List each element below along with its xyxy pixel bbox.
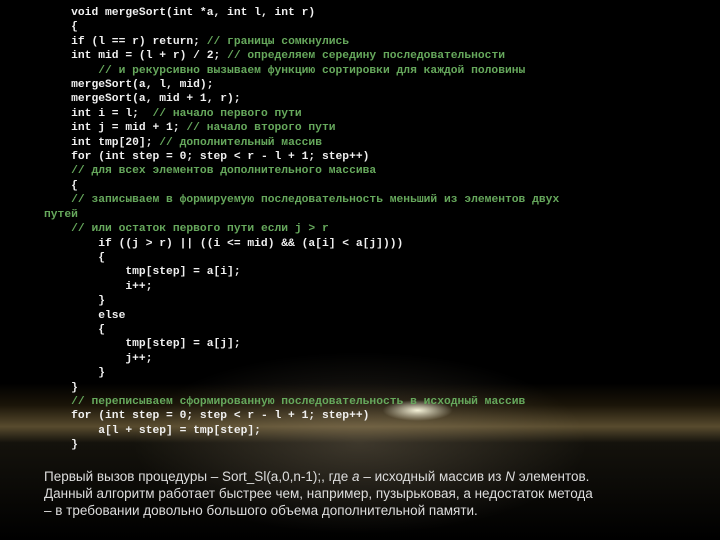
desc-line2: Данный алгоритм работает быстрее чем, на… bbox=[44, 486, 593, 501]
code-line: // переписываем сформированную последова… bbox=[44, 395, 690, 409]
code-token: j++; bbox=[125, 353, 152, 365]
code-token: i++; bbox=[125, 281, 152, 293]
code-line: } bbox=[44, 366, 690, 380]
code-line: // или остаток первого пути если j > r bbox=[44, 222, 690, 236]
comment: // начало второго пути bbox=[186, 122, 335, 134]
code-token: if ((j > r) || ((i <= mid) && (a[i] < a[… bbox=[98, 238, 403, 250]
code-line: mergeSort(a, l, mid); bbox=[44, 78, 690, 92]
code-line: путей bbox=[44, 208, 690, 222]
code-line: j++; bbox=[44, 352, 690, 366]
code-line: { bbox=[44, 251, 690, 265]
code-line: // записываем в формируемую последовател… bbox=[44, 193, 690, 207]
comment: путей bbox=[44, 209, 78, 221]
code-line: int i = l; // начало первого пути bbox=[44, 107, 690, 121]
code-token: } bbox=[71, 439, 78, 451]
code-token: for (int step = 0; step < r - l + 1; ste… bbox=[71, 410, 369, 422]
code-token: } bbox=[98, 295, 105, 307]
code-line: for (int step = 0; step < r - l + 1; ste… bbox=[44, 150, 690, 164]
comment: // границы сомкнулись bbox=[207, 36, 349, 48]
code-token: { bbox=[71, 21, 78, 33]
code-line: // и рекурсивно вызываем функцию сортиро… bbox=[44, 64, 690, 78]
code-token: mergeSort(a, mid + 1, r); bbox=[71, 93, 240, 105]
code-token: { bbox=[71, 180, 78, 192]
code-line: tmp[step] = a[j]; bbox=[44, 337, 690, 351]
comment: // и рекурсивно вызываем функцию сортиро… bbox=[98, 65, 525, 77]
code-line: { bbox=[44, 20, 690, 34]
code-token: } bbox=[71, 382, 78, 394]
code-token: int i = l; bbox=[71, 108, 152, 120]
code-token: else bbox=[98, 310, 125, 322]
code-line: i++; bbox=[44, 280, 690, 294]
desc-line3: – в требовании довольно большого объема … bbox=[44, 503, 478, 518]
code-line: } bbox=[44, 294, 690, 308]
code-token: tmp[step] = a[j]; bbox=[125, 338, 240, 350]
comment: // начало первого пути bbox=[152, 108, 301, 120]
code-token: for (int step = 0; step < r - l + 1; ste… bbox=[71, 151, 369, 163]
code-line: tmp[step] = a[i]; bbox=[44, 265, 690, 279]
code-line: for (int step = 0; step < r - l + 1; ste… bbox=[44, 409, 690, 423]
code-line: int tmp[20]; // дополнительный массив bbox=[44, 136, 690, 150]
comment: // или остаток первого пути если j > r bbox=[71, 223, 329, 235]
code-token: if (l == r) return; bbox=[71, 36, 207, 48]
code-token: int mid = (l + r) / 2; bbox=[71, 50, 227, 62]
code-line: mergeSort(a, mid + 1, r); bbox=[44, 92, 690, 106]
description-text: Первый вызов процедуры – Sort_Sl(a,0,n-1… bbox=[44, 468, 690, 519]
code-token: } bbox=[98, 367, 105, 379]
code-token: { bbox=[98, 324, 105, 336]
comment: // для всех элементов дополнительного ма… bbox=[71, 165, 376, 177]
code-line: { bbox=[44, 323, 690, 337]
comment: // переписываем сформированную последова… bbox=[71, 396, 525, 408]
code-token: tmp[step] = a[i]; bbox=[125, 266, 240, 278]
code-line: if ((j > r) || ((i <= mid) && (a[i] < a[… bbox=[44, 237, 690, 251]
code-line: } bbox=[44, 438, 690, 452]
code-line: // для всех элементов дополнительного ма… bbox=[44, 164, 690, 178]
code-line: int j = mid + 1; // начало второго пути bbox=[44, 121, 690, 135]
comment: // записываем в формируемую последовател… bbox=[71, 194, 559, 206]
code-line: a[l + step] = tmp[step]; bbox=[44, 424, 690, 438]
code-token: { bbox=[98, 252, 105, 264]
code-token: mergeSort(a, l, mid); bbox=[71, 79, 213, 91]
code-token: void mergeSort(int *a, int l, int r) bbox=[71, 7, 315, 19]
code-line: } bbox=[44, 381, 690, 395]
code-token: a[l + step] = tmp[step]; bbox=[98, 425, 261, 437]
code-line: if (l == r) return; // границы сомкнулис… bbox=[44, 35, 690, 49]
code-line: { bbox=[44, 179, 690, 193]
code-line: void mergeSort(int *a, int l, int r) bbox=[44, 6, 690, 20]
code-token: int j = mid + 1; bbox=[71, 122, 186, 134]
comment: // определяем середину последовательност… bbox=[227, 50, 505, 62]
comment: // дополнительный массив bbox=[159, 137, 322, 149]
code-block: void mergeSort(int *a, int l, int r) { i… bbox=[44, 6, 690, 453]
desc-line1: Первый вызов процедуры – Sort_Sl(a,0,n-1… bbox=[44, 469, 589, 484]
code-line: else bbox=[44, 309, 690, 323]
code-line: int mid = (l + r) / 2; // определяем сер… bbox=[44, 49, 690, 63]
code-token: int tmp[20]; bbox=[71, 137, 159, 149]
